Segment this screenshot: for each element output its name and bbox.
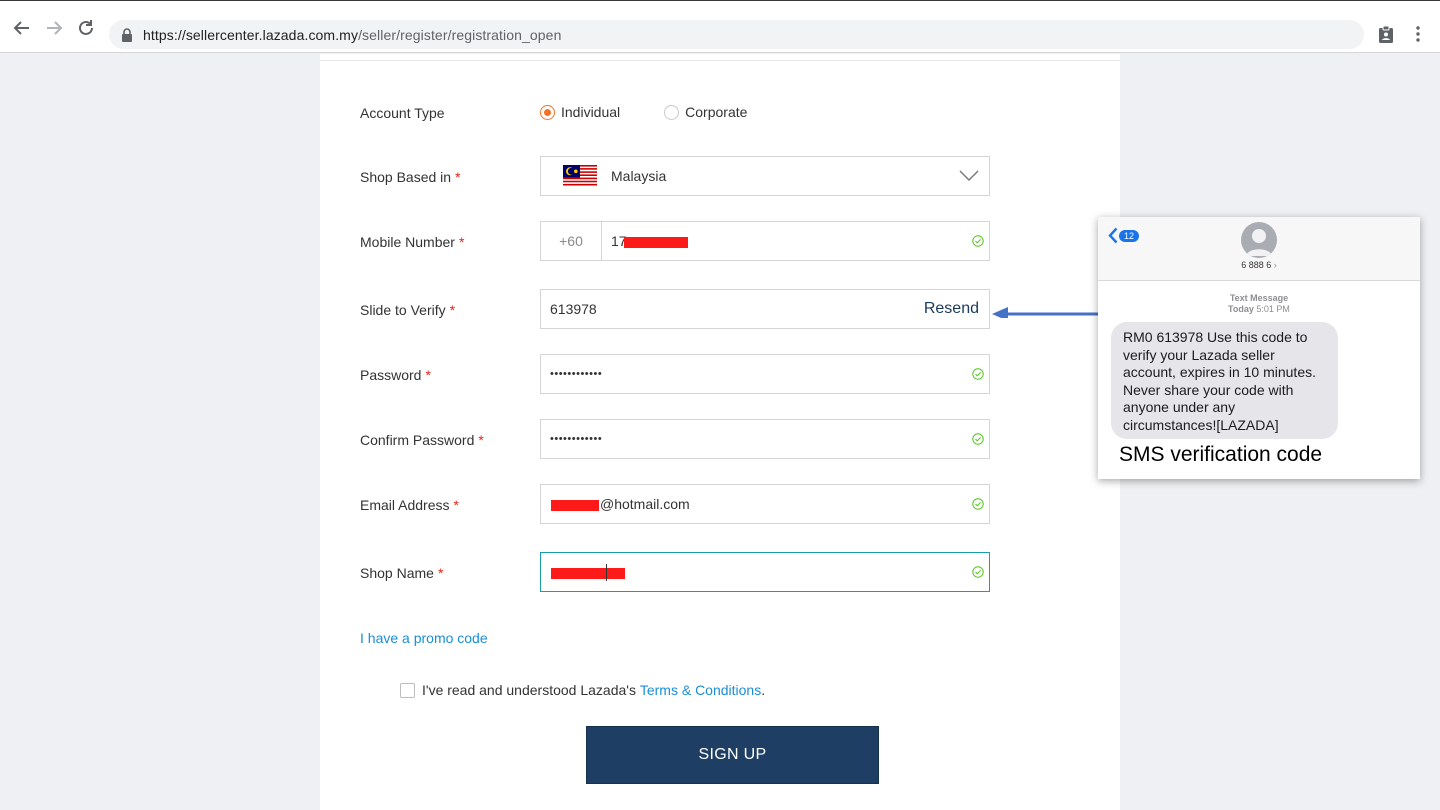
contact-avatar-icon — [1241, 222, 1277, 258]
confirm-password-label-text: Confirm Password — [360, 432, 475, 448]
email-field[interactable]: @hotmail.com — [540, 484, 990, 524]
contact-name[interactable]: 6 888 6 › — [1098, 260, 1420, 270]
browser-toolbar: https://sellercenter.lazada.com.my/selle… — [0, 0, 1440, 53]
radio-corporate-label: Corporate — [685, 104, 748, 120]
required-mark: * — [449, 302, 456, 318]
sms-caption: SMS verification code — [1119, 443, 1323, 466]
malaysia-flag-icon — [563, 165, 597, 187]
required-mark: * — [455, 169, 461, 185]
reload-button[interactable] — [76, 18, 96, 38]
unread-count-badge: 12 — [1119, 229, 1140, 242]
redaction-mark — [624, 237, 688, 248]
annotation-arrow-icon — [992, 307, 1100, 318]
divider — [320, 60, 1120, 61]
password-field[interactable]: •••••••••••• — [540, 354, 990, 394]
confirm-password-input[interactable]: •••••••••••• — [541, 433, 989, 445]
password-label-text: Password — [360, 367, 422, 383]
resend-button[interactable]: Resend — [924, 300, 979, 318]
verification-code-field[interactable]: 613978 Resend — [540, 289, 990, 329]
confirm-password-field[interactable]: •••••••••••• — [540, 419, 990, 459]
sms-back-button[interactable]: 12 — [1108, 227, 1140, 244]
message-time: 5:01 PM — [1256, 304, 1290, 314]
success-check-icon — [972, 368, 984, 380]
url-text: https://sellercenter.lazada.com.my/selle… — [143, 27, 561, 43]
password-label: Password * — [360, 367, 431, 383]
terms-link[interactable]: Terms & Conditions — [640, 682, 761, 698]
clipboard-icon — [1379, 25, 1393, 43]
message-day: Today — [1228, 304, 1254, 314]
sign-up-button[interactable]: SIGN UP — [586, 726, 879, 784]
registration-form: Account Type Individual Corporate Shop B… — [320, 54, 1120, 810]
confirm-password-label: Confirm Password * — [360, 432, 484, 448]
mobile-field[interactable]: +60 17 — [540, 221, 990, 261]
success-check-icon — [972, 498, 984, 510]
terms-suffix: . — [761, 682, 766, 698]
email-label: Email Address * — [360, 497, 459, 513]
required-mark: * — [478, 432, 484, 448]
success-check-icon — [972, 235, 984, 247]
terms-text: I've read and understood Lazada's — [422, 682, 636, 698]
mobile-label: Mobile Number * — [360, 234, 464, 250]
email-input[interactable]: @hotmail.com — [541, 496, 989, 512]
url-host: https://sellercenter.lazada.com.my — [143, 26, 359, 43]
chevron-right-icon: › — [1273, 260, 1277, 270]
email-label-text: Email Address — [360, 497, 450, 513]
url-path: /seller/register/registration_open — [358, 26, 562, 43]
redaction-mark — [551, 500, 599, 511]
account-type-radio-group: Individual Corporate — [540, 104, 747, 120]
extension-button[interactable] — [1375, 23, 1397, 45]
verify-label-text: Slide to Verify — [360, 302, 446, 318]
password-input[interactable]: •••••••••••• — [541, 368, 989, 380]
reload-icon — [79, 20, 93, 35]
country-select[interactable]: Malaysia — [540, 156, 990, 196]
chevron-down-icon — [959, 169, 979, 185]
forward-button[interactable] — [44, 18, 64, 38]
sms-header: 12 6 888 6 › — [1098, 217, 1420, 281]
required-mark: * — [425, 367, 431, 383]
kebab-menu-icon — [1416, 26, 1420, 42]
chevron-left-icon — [1108, 227, 1118, 244]
shop-based-label-text: Shop Based in — [360, 169, 452, 185]
terms-row: I've read and understood Lazada's Terms … — [400, 682, 765, 698]
shop-name-label-text: Shop Name — [360, 565, 434, 581]
radio-unchecked-icon — [664, 104, 680, 120]
radio-corporate[interactable]: Corporate — [664, 104, 747, 120]
radio-individual[interactable]: Individual — [540, 104, 620, 120]
shop-name-label: Shop Name * — [360, 565, 443, 581]
required-mark: * — [453, 497, 459, 513]
required-mark: * — [437, 565, 444, 581]
radio-checked-icon — [540, 104, 555, 120]
verify-label: Slide to Verify * — [360, 302, 455, 318]
text-cursor — [606, 564, 607, 581]
radio-individual-label: Individual — [561, 104, 621, 120]
country-value: Malaysia — [611, 168, 667, 184]
terms-checkbox[interactable] — [400, 682, 415, 698]
redaction-mark — [551, 568, 625, 579]
country-code-prefix[interactable]: +60 — [541, 222, 602, 260]
arrow-right-icon — [47, 21, 63, 35]
menu-button[interactable] — [1407, 23, 1429, 45]
back-button[interactable] — [12, 18, 32, 38]
sms-message-bubble: RM0 613978 Use this code to verify your … — [1111, 322, 1338, 439]
message-type: Text Message — [1229, 293, 1289, 303]
contact-name-text: 6 888 6 — [1241, 260, 1272, 270]
mobile-label-text: Mobile Number — [360, 234, 455, 250]
address-bar[interactable]: https://sellercenter.lazada.com.my/selle… — [109, 20, 1364, 49]
shop-name-field[interactable] — [540, 552, 990, 592]
shop-based-label: Shop Based in * — [360, 169, 461, 185]
arrow-left-icon — [13, 21, 29, 35]
promo-code-link[interactable]: I have a promo code — [360, 630, 488, 646]
lock-icon — [121, 27, 135, 42]
account-type-label: Account Type — [360, 105, 445, 121]
account-type-label-text: Account Type — [360, 105, 445, 121]
success-check-icon — [972, 433, 984, 445]
message-meta: Text Message Today 5:01 PM — [1098, 293, 1420, 315]
sms-screenshot-panel: 12 6 888 6 › Text Message Today 5:01 PM … — [1098, 217, 1420, 479]
success-check-icon — [972, 566, 984, 578]
required-mark: * — [458, 234, 465, 250]
verification-code-input[interactable]: 613978 — [541, 301, 989, 317]
